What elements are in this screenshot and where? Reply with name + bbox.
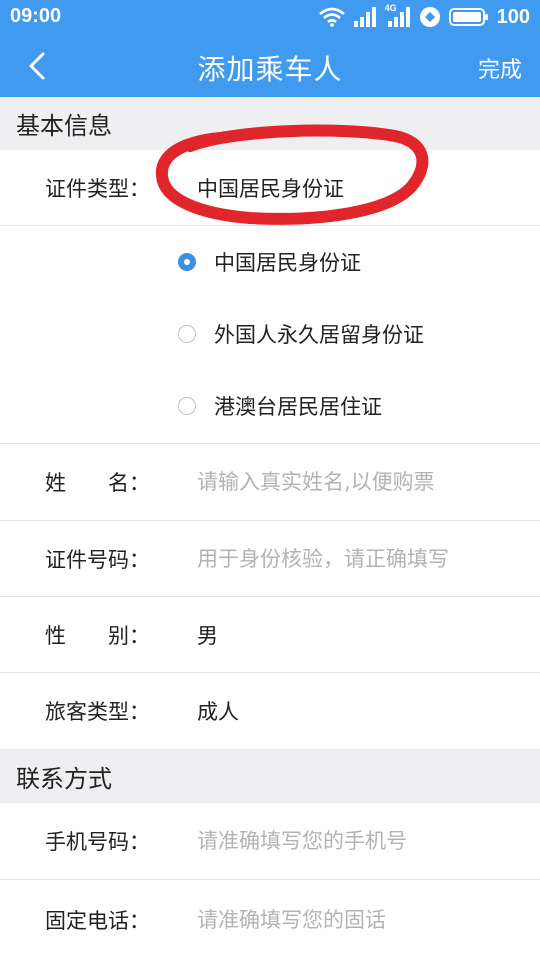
id-number-row: 证件号码：: [0, 521, 540, 597]
status-icons: 4G 100: [318, 3, 530, 30]
option-label: 港澳台居民居住证: [214, 395, 382, 419]
section-title: 联系方式: [16, 764, 112, 793]
radio-unchecked-icon[interactable]: [178, 325, 196, 343]
radio-unchecked-icon[interactable]: [178, 397, 196, 415]
data-saver-icon: [419, 7, 440, 27]
mobile-input[interactable]: [197, 824, 517, 858]
name-label: 姓 名：: [45, 471, 150, 495]
landline-input[interactable]: [197, 903, 517, 937]
section-header-basic-info: 基本信息: [0, 97, 540, 150]
id-number-input[interactable]: [197, 541, 517, 576]
option-label: 中国居民身份证: [214, 251, 361, 275]
id-type-option-foreign-pr[interactable]: 外国人永久居留身份证: [178, 314, 424, 354]
gender-row[interactable]: 性 别： 男: [0, 597, 540, 673]
option-label: 外国人永久居留身份证: [214, 323, 424, 347]
page-title: 添加乘车人: [197, 53, 343, 86]
id-type-option-hmt-residence[interactable]: 港澳台居民居住证: [178, 386, 382, 426]
id-type-options: 中国居民身份证 外国人永久居留身份证 港澳台居民居住证: [0, 226, 540, 444]
name-row: 姓 名：: [0, 444, 540, 521]
id-type-value[interactable]: 中国居民身份证: [197, 173, 344, 203]
nav-bar: 添加乘车人 完成: [0, 34, 540, 97]
signal-icon: [353, 7, 376, 27]
passenger-type-label: 旅客类型：: [45, 700, 150, 724]
id-type-label: 证件类型：: [45, 176, 150, 201]
id-type-row[interactable]: 证件类型： 中国居民身份证: [0, 150, 540, 226]
section-title: 基本信息: [16, 112, 112, 140]
landline-label: 固定电话：: [45, 909, 150, 933]
id-type-option-cn-id[interactable]: 中国居民身份证: [178, 242, 361, 282]
section-header-contact: 联系方式: [0, 749, 540, 803]
id-number-label: 证件号码：: [45, 547, 150, 572]
radio-checked-icon[interactable]: [178, 253, 196, 271]
wifi-icon: [318, 7, 345, 27]
gender-value[interactable]: 男: [197, 620, 218, 650]
mobile-row: 手机号码：: [0, 803, 540, 880]
landline-row: 固定电话：: [0, 880, 540, 960]
battery-level: 100: [496, 5, 530, 28]
signal-4g-icon: 4G: [385, 3, 411, 27]
gender-label: 性 别：: [45, 623, 150, 648]
status-bar: 09:00 4G 100: [0, 0, 540, 34]
name-input[interactable]: [197, 465, 517, 499]
app-header: 09:00 4G 100 添加乘车人 完成: [0, 0, 540, 97]
passenger-type-value[interactable]: 成人: [197, 696, 239, 726]
mobile-label: 手机号码：: [45, 830, 150, 854]
done-button[interactable]: 完成: [478, 52, 522, 84]
status-time: 09:00: [10, 5, 62, 27]
passenger-type-row[interactable]: 旅客类型： 成人: [0, 673, 540, 749]
battery-icon: [448, 8, 488, 26]
